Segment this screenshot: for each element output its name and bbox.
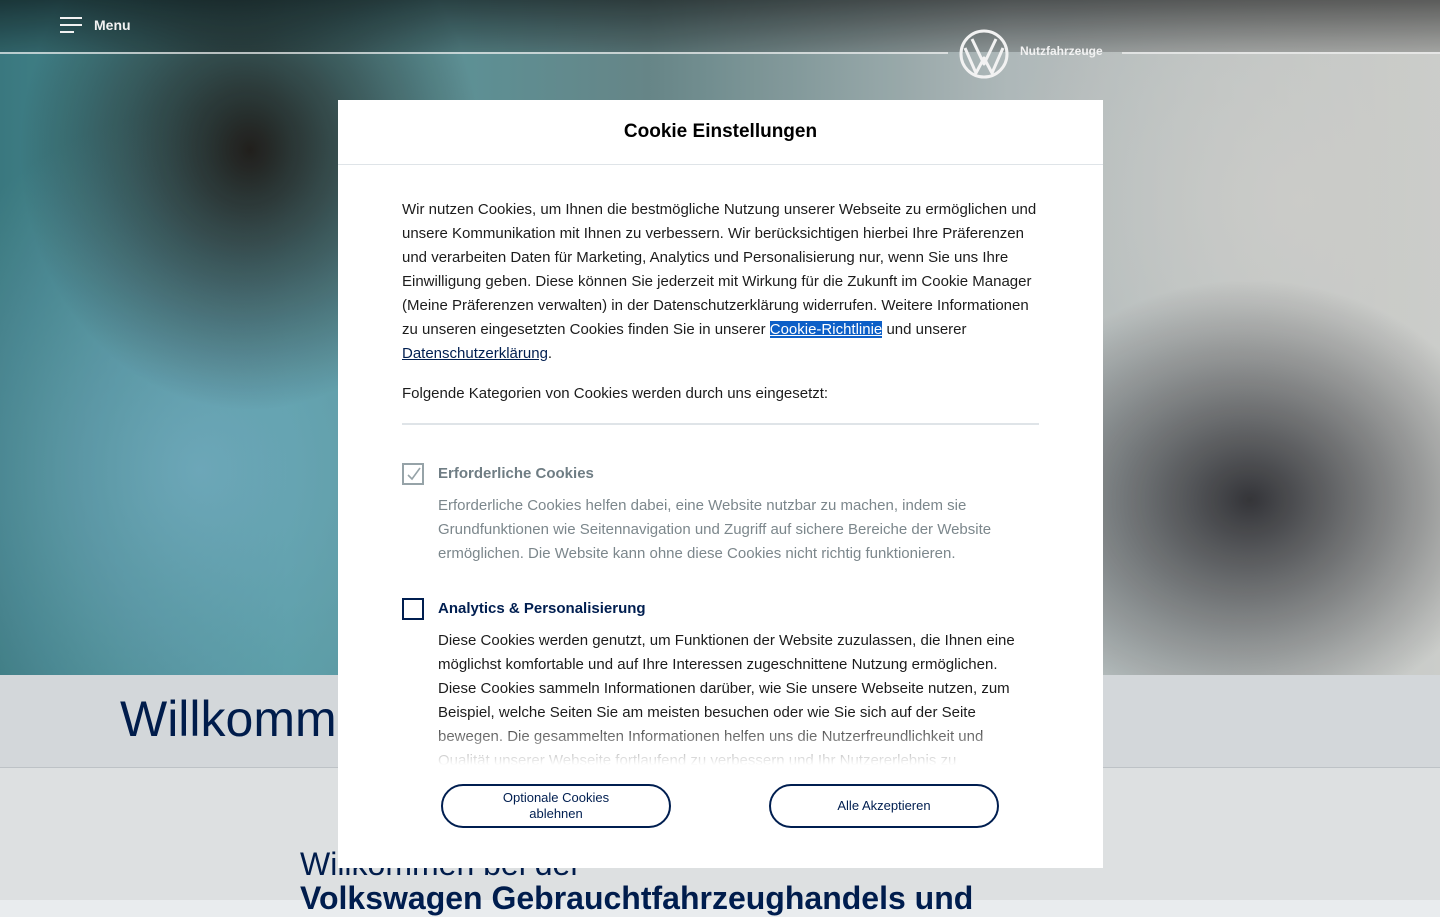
accept-button-label: Alle Akzeptieren — [837, 798, 931, 813]
analytics-cookies-checkbox[interactable] — [402, 598, 424, 620]
intro-paragraph: Wir nutzen Cookies, um Ihnen die bestmög… — [402, 198, 1039, 366]
accept-all-button[interactable]: Alle Akzeptieren — [769, 784, 999, 828]
decline-button-label: Optionale Cookies ablehnen — [502, 790, 610, 821]
required-cookies-checkbox[interactable] — [402, 463, 424, 485]
category-title: Analytics & Personalisierung — [438, 600, 646, 617]
category-description: Erforderliche Cookies helfen dabei, eine… — [438, 497, 992, 562]
cookie-dialog: Cookie Einstellungen Wir nutzen Cookies,… — [338, 100, 1103, 868]
dialog-body[interactable]: Wir nutzen Cookies, um Ihnen die bestmög… — [402, 198, 1039, 768]
checkmark-icon — [407, 467, 421, 481]
divider — [402, 423, 1039, 425]
category-title: Erforderliche Cookies — [438, 465, 594, 482]
intro-text: Wir nutzen Cookies, um Ihnen die bestmög… — [402, 201, 1037, 338]
scroll-fade — [338, 720, 1103, 770]
privacy-policy-link[interactable]: Datenschutzerklärung — [402, 345, 548, 362]
and-text: und unserer — [886, 321, 967, 338]
decline-optional-cookies-button[interactable]: Optionale Cookies ablehnen — [441, 784, 671, 828]
dialog-title: Cookie Einstellungen — [623, 121, 818, 142]
cookie-policy-link[interactable]: Cookie-Richtlinie — [769, 321, 883, 338]
categories-intro: Folgende Kategorien von Cookies werden d… — [402, 385, 829, 402]
period-text: . — [547, 345, 553, 362]
dialog-header: Cookie Einstellungen — [338, 100, 1103, 165]
cookie-category-required: Erforderliche Cookies Erforderliche Cook… — [402, 463, 1039, 566]
